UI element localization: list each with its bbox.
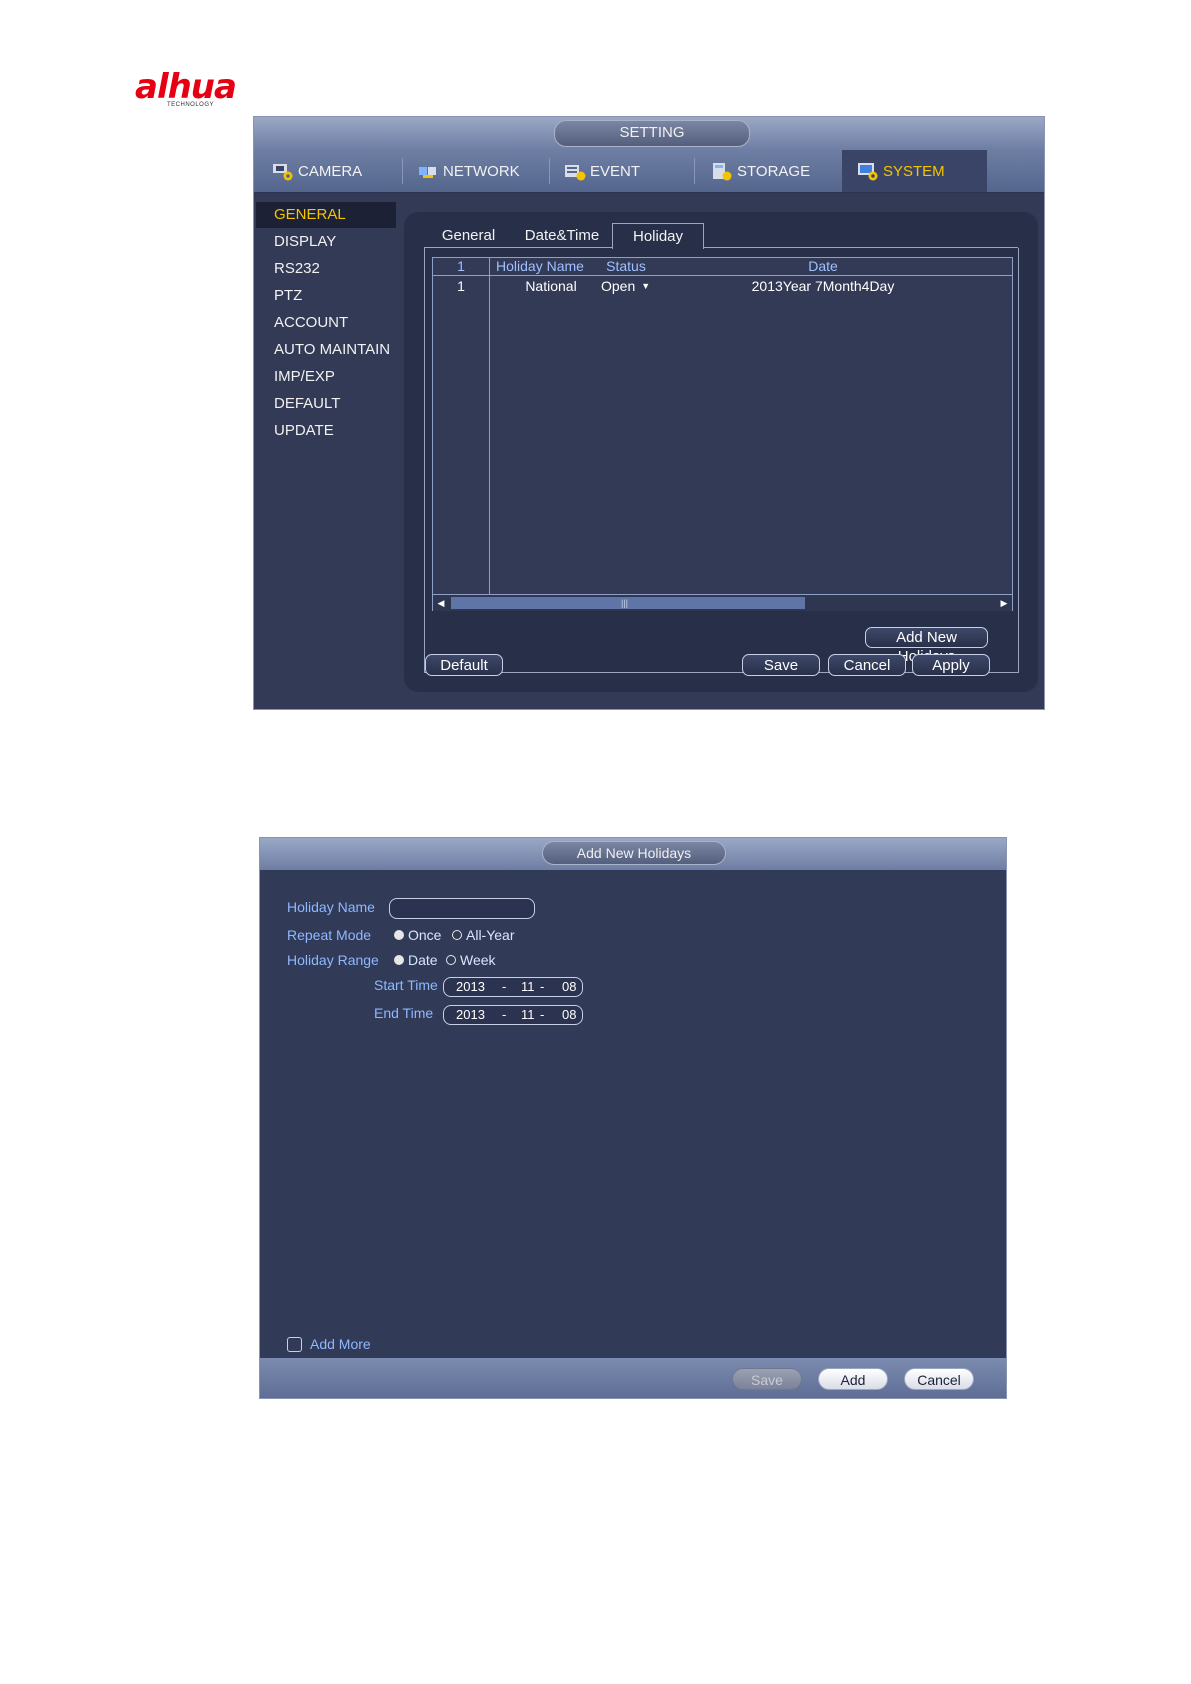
add-new-holidays-button[interactable]: Add New Holidays xyxy=(865,627,988,665)
tab-network-label: NETWORK xyxy=(443,162,520,180)
tab-system-label: SYSTEM xyxy=(883,162,945,180)
tab-event-label: EVENT xyxy=(590,162,641,180)
dialog-save-button[interactable]: Save xyxy=(732,1368,802,1390)
main-tab-bar: CAMERA NETWORK EVENT STORAGE SYSTEM xyxy=(254,150,1044,193)
horizontal-scrollbar[interactable]: ◀ ||| ▶ xyxy=(433,594,1012,611)
radio-all-year[interactable] xyxy=(452,930,462,940)
radio-week[interactable] xyxy=(446,955,456,965)
tab-network[interactable]: NETWORK xyxy=(419,150,549,192)
subtab-general[interactable]: General xyxy=(426,223,511,248)
start-sep: - xyxy=(540,979,545,994)
sidebar-item-imp-exp[interactable]: IMP/EXP xyxy=(256,364,396,390)
sidebar-item-default[interactable]: DEFAULT xyxy=(256,391,396,417)
tab-separator xyxy=(694,158,695,184)
start-time-label: Start Time xyxy=(374,977,438,993)
row-index: 1 xyxy=(457,278,465,294)
tab-separator xyxy=(549,158,550,184)
event-icon xyxy=(564,161,586,181)
dialog-title: Add New Holidays xyxy=(542,841,726,865)
storage-icon xyxy=(711,161,733,181)
logo-wordmark: alhua xyxy=(135,67,237,107)
row-status: Open xyxy=(601,278,636,294)
tab-separator xyxy=(402,158,403,184)
scroll-right-icon[interactable]: ▶ xyxy=(996,595,1012,611)
start-time-input[interactable]: 2013 - 11 - 08 xyxy=(443,977,583,997)
table-header-index: 1 xyxy=(457,258,465,274)
end-month[interactable]: 11 xyxy=(521,1006,535,1024)
dahua-logo: alhua TECHNOLOGY xyxy=(135,70,260,110)
radio-week-label: Week xyxy=(460,952,496,968)
sidebar-item-rs232[interactable]: RS232 xyxy=(256,256,396,282)
setting-title: SETTING xyxy=(554,120,750,147)
table-header-divider xyxy=(433,275,1012,276)
scroll-left-icon[interactable]: ◀ xyxy=(433,595,449,611)
tab-system[interactable]: SYSTEM xyxy=(842,150,987,192)
scrollbar-thumb[interactable]: ||| xyxy=(451,597,805,609)
start-month[interactable]: 11 xyxy=(521,978,535,996)
apply-button[interactable]: Apply xyxy=(912,654,990,676)
row-date: 2013Year 7Month4Day xyxy=(751,278,895,294)
tab-storage[interactable]: STORAGE xyxy=(711,150,841,192)
end-sep: - xyxy=(502,1007,507,1022)
subtab-holiday[interactable]: Holiday xyxy=(612,223,704,249)
row-holiday-name: National xyxy=(525,278,577,294)
default-button[interactable]: Default xyxy=(425,654,503,676)
table-header-date: Date xyxy=(808,258,838,274)
radio-all-year-label: All-Year xyxy=(466,927,515,943)
subtab-date-time[interactable]: Date&Time xyxy=(516,223,608,248)
start-sep: - xyxy=(502,979,507,994)
repeat-mode-label: Repeat Mode xyxy=(287,927,372,943)
table-column-divider xyxy=(489,258,490,595)
holiday-table: 1 Holiday Name Status Date 1 National Op… xyxy=(432,257,1013,611)
add-holidays-dialog: Add New Holidays Holiday Name Repeat Mod… xyxy=(259,837,1007,1399)
end-day[interactable]: 08 xyxy=(562,1006,576,1024)
logo-subtext: TECHNOLOGY xyxy=(167,102,215,108)
radio-once-label: Once xyxy=(408,927,442,943)
end-time-input[interactable]: 2013 - 11 - 08 xyxy=(443,1005,583,1025)
camera-gear-icon xyxy=(272,161,294,181)
chevron-down-icon: ▼ xyxy=(641,281,651,291)
end-time-label: End Time xyxy=(374,1005,434,1021)
radio-date[interactable] xyxy=(394,955,404,965)
holiday-name-input[interactable] xyxy=(389,898,535,919)
tab-camera-label: CAMERA xyxy=(298,162,363,180)
tab-storage-label: STORAGE xyxy=(737,162,811,180)
grip-icon: ||| xyxy=(621,598,629,608)
dialog-cancel-button[interactable]: Cancel xyxy=(904,1368,974,1390)
network-icon xyxy=(419,161,439,181)
setting-window: SETTING CAMERA NETWORK EVENT STORAGE SYS… xyxy=(253,116,1045,710)
sidebar-item-auto-maintain[interactable]: AUTO MAINTAIN xyxy=(256,337,396,363)
tab-event[interactable]: EVENT xyxy=(564,150,694,192)
sidebar-item-update[interactable]: UPDATE xyxy=(256,418,396,444)
sidebar-item-display[interactable]: DISPLAY xyxy=(256,229,396,255)
start-day[interactable]: 08 xyxy=(562,978,576,996)
start-year[interactable]: 2013 xyxy=(456,978,485,996)
save-button[interactable]: Save xyxy=(742,654,820,676)
dialog-add-button[interactable]: Add xyxy=(818,1368,888,1390)
holiday-name-label: Holiday Name xyxy=(287,899,375,915)
row-status-dropdown[interactable]: Open ▼ xyxy=(601,277,671,295)
system-icon xyxy=(857,161,879,181)
sidebar-item-account[interactable]: ACCOUNT xyxy=(256,310,396,336)
dialog-footer xyxy=(260,1358,1006,1398)
holiday-range-label: Holiday Range xyxy=(287,952,379,968)
sidebar-item-ptz[interactable]: PTZ xyxy=(256,283,396,309)
add-more-checkbox[interactable] xyxy=(287,1337,302,1352)
sidebar-item-general[interactable]: GENERAL xyxy=(256,202,396,228)
radio-once[interactable] xyxy=(394,930,404,940)
tab-camera[interactable]: CAMERA xyxy=(272,150,402,192)
end-sep: - xyxy=(540,1007,545,1022)
table-header-holiday-name: Holiday Name xyxy=(496,258,584,274)
radio-date-label: Date xyxy=(408,952,438,968)
cancel-button[interactable]: Cancel xyxy=(828,654,906,676)
end-year[interactable]: 2013 xyxy=(456,1006,485,1024)
add-more-label: Add More xyxy=(310,1336,371,1352)
table-header-status: Status xyxy=(606,258,646,274)
